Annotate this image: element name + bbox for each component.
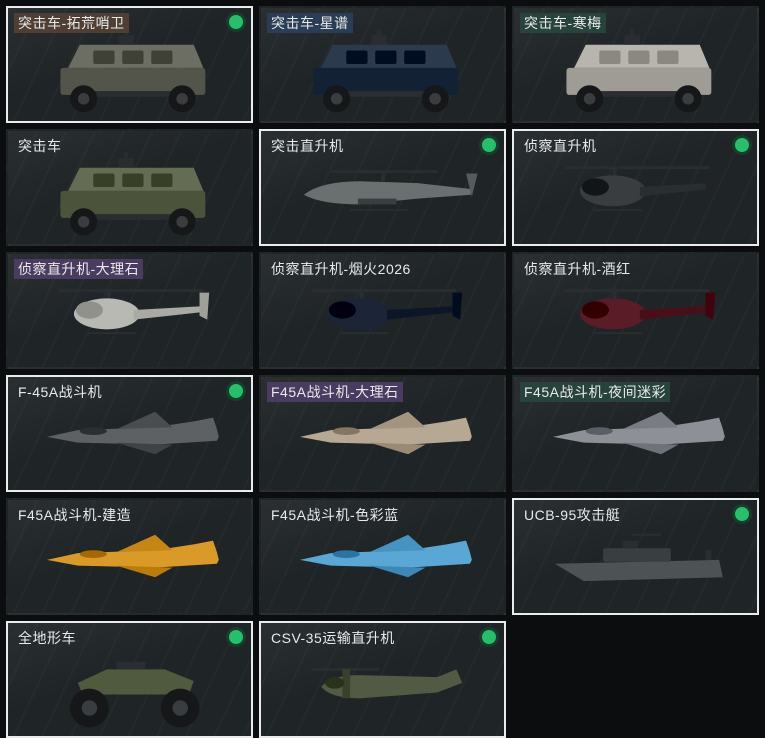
armored-car-icon [60,29,206,113]
vehicle-name: 突击车-拓荒哨卫 [14,13,129,33]
vehicle-name: F45A战斗机-色彩蓝 [271,507,399,523]
vehicle-name: F45A战斗机-大理石 [267,382,403,402]
vehicle-name: UCB-95攻击艇 [524,507,621,523]
armored-car-icon [566,29,712,113]
fighter-jet-icon [46,534,219,580]
vehicle-card[interactable]: 侦察直升机 [512,129,759,246]
owned-badge-icon [229,384,243,398]
vehicle-card[interactable]: F45A战斗机-建造 [6,498,253,615]
owned-badge-icon [735,507,749,521]
vehicle-name: CSV-35运输直升机 [271,630,395,646]
transport-tiltrotor-icon [311,667,463,699]
vehicle-name: F45A战斗机-建造 [18,507,132,523]
vehicle-card[interactable]: F45A战斗机-大理石 [259,375,506,492]
vehicle-grid: 突击车-拓荒哨卫 突击车-星谱 突击车-寒梅 突击车 突击直升机 侦察直升机 侦… [6,6,759,738]
vehicle-name: F45A战斗机-夜间迷彩 [520,382,671,402]
scout-helicopter-icon [311,289,463,335]
vehicle-name: 侦察直升机-酒红 [524,261,631,277]
vehicle-card[interactable]: F45A战斗机-夜间迷彩 [512,375,759,492]
attack-boat-icon [554,533,723,582]
vehicle-card[interactable]: 侦察直升机-烟火2026 [259,252,506,369]
vehicle-name: 突击车-星谱 [267,13,353,33]
vehicle-name: 突击直升机 [271,138,344,154]
vehicle-card[interactable]: F-45A战斗机 [6,375,253,492]
armored-car-icon [313,29,459,113]
vehicle-name: 突击车-寒梅 [520,13,606,33]
vehicle-name: F-45A战斗机 [18,384,103,400]
vehicle-name: 突击车 [18,138,62,154]
fighter-jet-icon [299,411,472,457]
scout-helicopter-icon [564,289,716,335]
owned-badge-icon [229,15,243,29]
atv-icon [70,661,200,728]
fighter-jet-icon [552,411,725,457]
vehicle-name: 侦察直升机 [524,138,597,154]
vehicle-card[interactable]: 全地形车 [6,621,253,738]
scout-helicopter-icon [58,289,210,335]
vehicle-card[interactable]: F45A战斗机-色彩蓝 [259,498,506,615]
owned-badge-icon [735,138,749,152]
vehicle-name: 侦察直升机-大理石 [14,259,144,279]
vehicle-card[interactable]: 突击车 [6,129,253,246]
vehicle-card[interactable]: 突击车-星谱 [259,6,506,123]
vehicle-card[interactable]: 突击直升机 [259,129,506,246]
owned-badge-icon [482,630,496,644]
fighter-jet-icon [299,534,472,580]
armored-car-icon [60,152,206,236]
attack-helicopter-icon [303,170,478,212]
vehicle-card[interactable]: CSV-35运输直升机 [259,621,506,738]
fighter-jet-icon [46,411,219,457]
vehicle-name: 侦察直升机-烟火2026 [271,261,411,277]
vehicle-card[interactable]: 突击车-拓荒哨卫 [6,6,253,123]
owned-badge-icon [482,138,496,152]
vehicle-card[interactable]: 突击车-寒梅 [512,6,759,123]
vehicle-card[interactable]: 侦察直升机-大理石 [6,252,253,369]
scout-helicopter-icon [564,166,716,212]
vehicle-name: 全地形车 [18,630,76,646]
owned-badge-icon [229,630,243,644]
vehicle-card[interactable]: UCB-95攻击艇 [512,498,759,615]
vehicle-card[interactable]: 侦察直升机-酒红 [512,252,759,369]
